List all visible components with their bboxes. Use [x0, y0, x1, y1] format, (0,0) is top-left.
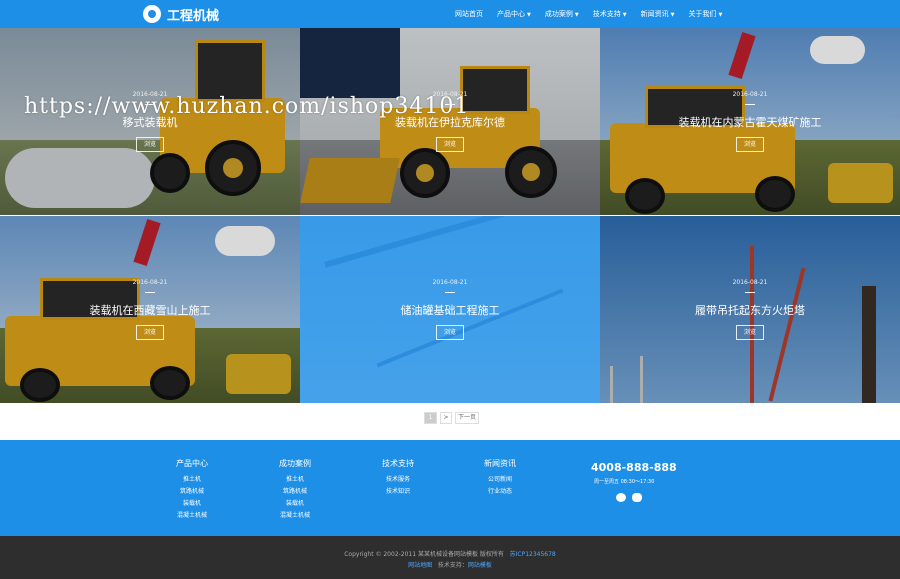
- footer-link[interactable]: 行业动态: [484, 486, 516, 495]
- case-tile[interactable]: 2016-08-21 装载机在西藏雪山上施工 浏览: [0, 216, 300, 403]
- nav-news[interactable]: 新闻资讯 ▼: [641, 9, 675, 19]
- case-grid: 2016-08-21 移式装载机 浏览 2016-08-21 装载机在伊拉克库尔…: [0, 28, 900, 403]
- nav-about[interactable]: 关于我们 ▼: [688, 9, 722, 19]
- divider: [745, 104, 755, 105]
- caret-down-icon: ▼: [574, 12, 579, 18]
- case-title: 装载机在西藏雪山上施工: [89, 304, 211, 317]
- copyright-text: Copyright © 2002-2011 某某机械设备网站模板 版权所有: [344, 551, 504, 558]
- footer-link[interactable]: 装载机: [279, 498, 311, 507]
- next-arrow-button[interactable]: >: [440, 412, 452, 424]
- footer-col-products: 产品中心 推土机 筑路机械 装载机 混凝土机械: [176, 458, 208, 522]
- footer-link[interactable]: 公司新闻: [484, 474, 516, 483]
- footer-link[interactable]: 技术服务: [382, 474, 414, 483]
- copyright-bar: Copyright © 2002-2011 某某机械设备网站模板 版权所有 苏I…: [0, 536, 900, 579]
- case-title: 装载机在内蒙古霍天煤矿施工: [678, 116, 822, 129]
- footer: 产品中心 推土机 筑路机械 装载机 混凝土机械 成功案例 推土机 筑路机械 装载…: [0, 440, 900, 536]
- footer-link[interactable]: 筑路机械: [279, 486, 311, 495]
- footer-col-support: 技术支持 技术服务 技术知识: [382, 458, 414, 498]
- sitemap-link[interactable]: 网站地图: [408, 562, 432, 569]
- view-button[interactable]: 浏览: [436, 137, 464, 152]
- nav-home[interactable]: 网站首页: [455, 9, 483, 19]
- divider: [445, 292, 455, 293]
- top-navbar: 工程机械 网站首页 产品中心 ▼ 成功案例 ▼ 技术支持 ▼ 新闻资讯 ▼ 关于我们 ▼: [0, 0, 900, 28]
- watermark-text: https://www.huzhan.com/ishop34101: [24, 94, 470, 119]
- view-button[interactable]: 浏览: [136, 325, 164, 340]
- footer-col-title: 成功案例: [279, 459, 311, 468]
- footer-col-news: 新闻资讯 公司新闻 行业动态: [484, 458, 516, 498]
- case-date: 2016-08-21: [132, 279, 168, 286]
- footer-link[interactable]: 筑路机械: [176, 486, 208, 495]
- case-tile[interactable]: 2016-08-21 履带吊托起东方火炬塔 浏览: [600, 216, 900, 403]
- case-tile[interactable]: 2016-08-21 移式装载机 浏览: [0, 28, 300, 215]
- support-line: 网站地图 技术支持：网站模板: [0, 560, 900, 569]
- case-tile[interactable]: 2016-08-21 装载机在内蒙古霍天煤矿施工 浏览: [600, 28, 900, 215]
- case-title: 储油罐基础工程施工: [400, 304, 500, 317]
- divider: [145, 292, 155, 293]
- wechat-icon[interactable]: [616, 493, 626, 502]
- footer-link[interactable]: 推土机: [279, 474, 311, 483]
- nav-products[interactable]: 产品中心 ▼: [497, 9, 531, 19]
- view-button[interactable]: 浏览: [436, 325, 464, 340]
- footer-col-cases: 成功案例 推土机 筑路机械 装载机 混凝土机械: [279, 458, 311, 522]
- case-date: 2016-08-21: [432, 279, 468, 286]
- footer-col-title: 产品中心: [176, 459, 208, 468]
- pagination: 1 > 下一页: [424, 412, 482, 424]
- logo-icon: [143, 5, 161, 23]
- copyright-line: Copyright © 2002-2011 某某机械设备网站模板 版权所有 苏I…: [0, 549, 900, 558]
- view-button[interactable]: 浏览: [736, 137, 764, 152]
- site-logo[interactable]: 工程机械: [143, 4, 219, 24]
- logo-text: 工程机械: [167, 8, 220, 24]
- case-title: 履带吊托起东方火炬塔: [695, 304, 805, 317]
- case-date: 2016-08-21: [732, 91, 768, 98]
- contact-phone: 4008-888-888: [591, 461, 677, 474]
- case-tile[interactable]: 2016-08-21 装载机在伊拉克库尔德 浏览: [300, 28, 600, 215]
- footer-link[interactable]: 推土机: [176, 474, 208, 483]
- footer-link[interactable]: 装载机: [176, 498, 208, 507]
- footer-link[interactable]: 混凝土机械: [176, 510, 208, 519]
- main-nav: 网站首页 产品中心 ▼ 成功案例 ▼ 技术支持 ▼ 新闻资讯 ▼ 关于我们 ▼: [455, 0, 736, 28]
- footer-link[interactable]: 技术知识: [382, 486, 414, 495]
- divider: [745, 292, 755, 293]
- case-date: 2016-08-21: [732, 279, 768, 286]
- icp-link[interactable]: 苏ICP12345678: [510, 551, 556, 558]
- caret-down-icon: ▼: [527, 12, 531, 18]
- case-tile[interactable]: 2016-08-21 储油罐基础工程施工 浏览: [300, 216, 600, 403]
- nav-support[interactable]: 技术支持 ▼: [593, 9, 627, 19]
- caret-down-icon: ▼: [670, 12, 675, 18]
- support-link[interactable]: 网站模板: [468, 562, 492, 569]
- footer-link[interactable]: 混凝土机械: [279, 510, 311, 519]
- footer-col-title: 新闻资讯: [484, 459, 516, 468]
- caret-down-icon: ▼: [718, 12, 723, 18]
- caret-down-icon: ▼: [622, 12, 627, 18]
- view-button[interactable]: 浏览: [136, 137, 164, 152]
- nav-cases[interactable]: 成功案例 ▼: [545, 9, 579, 19]
- footer-col-title: 技术支持: [382, 459, 414, 468]
- business-hours: 周一至周五 08:30～17:30: [594, 479, 655, 485]
- qq-icon[interactable]: [632, 493, 642, 502]
- support-label: 技术支持：: [437, 562, 468, 569]
- view-button[interactable]: 浏览: [736, 325, 764, 340]
- page-current[interactable]: 1: [424, 412, 437, 424]
- next-page-button[interactable]: 下一页: [455, 412, 479, 424]
